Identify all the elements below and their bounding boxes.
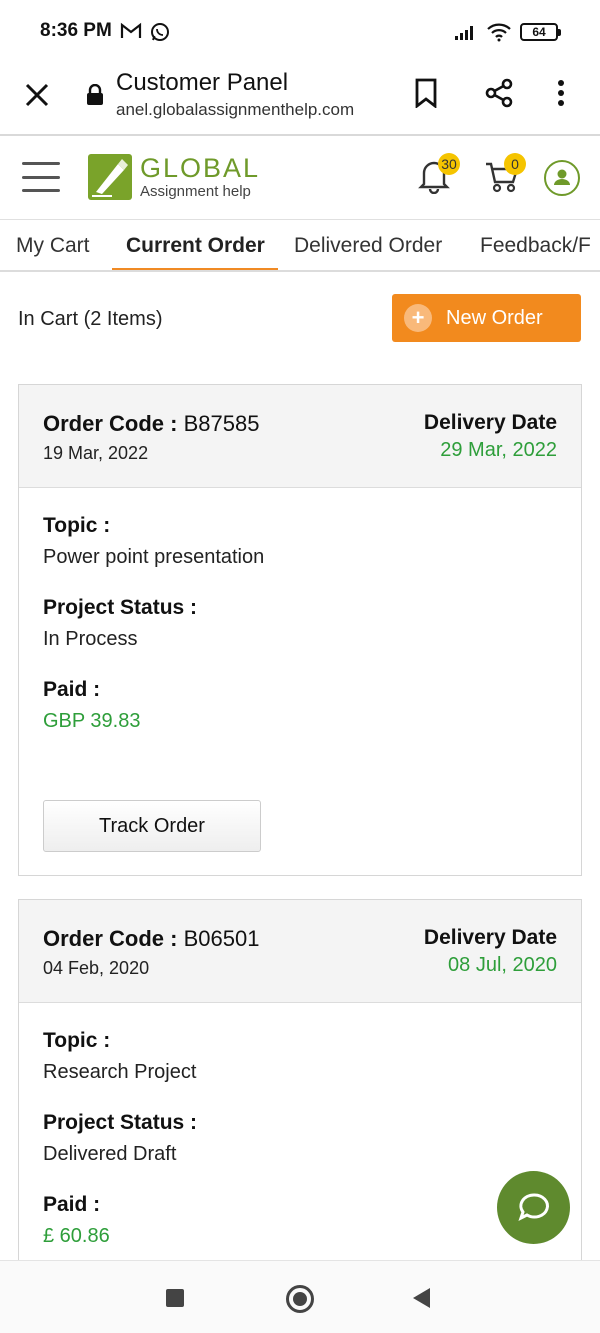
in-cart-count: In Cart (2 Items) bbox=[18, 308, 163, 330]
topic-label: Topic : bbox=[43, 1029, 111, 1052]
logo-title: GLOBAL bbox=[140, 152, 261, 183]
user-icon[interactable] bbox=[544, 160, 580, 196]
status-icons-right: 64 bbox=[454, 22, 561, 42]
topic-label: Topic : bbox=[43, 514, 111, 537]
menu-icon[interactable] bbox=[22, 162, 60, 192]
logo[interactable]: GLOBAL Assignment help bbox=[88, 154, 260, 200]
chat-bubble-icon bbox=[517, 1192, 549, 1221]
browser-url[interactable]: anel.globalassignmenthelp.com bbox=[116, 100, 354, 120]
topic-value: Research Project bbox=[43, 1061, 197, 1083]
gmail-icon bbox=[120, 22, 142, 38]
logo-subtitle: Assignment help bbox=[140, 182, 251, 200]
order-code: Order Code : B87585 bbox=[43, 411, 260, 436]
delivery-date-value: 29 Mar, 2022 bbox=[440, 439, 557, 461]
new-order-label: New Order bbox=[446, 306, 543, 329]
paid-value: £ 60.86 bbox=[43, 1225, 110, 1247]
order-card: Order Code : B87585 19 Mar, 2022 Deliver… bbox=[18, 384, 582, 876]
tab-current-order[interactable]: Current Order bbox=[126, 234, 265, 258]
back-icon[interactable] bbox=[413, 1288, 430, 1308]
tab-feedback[interactable]: Feedback/F bbox=[480, 234, 591, 258]
track-order-button[interactable]: Track Order bbox=[43, 800, 261, 852]
order-code-value: B06501 bbox=[183, 926, 260, 951]
order-code-value: B87585 bbox=[183, 411, 260, 436]
close-icon[interactable] bbox=[22, 80, 52, 110]
plus-icon: + bbox=[404, 304, 432, 332]
share-icon[interactable] bbox=[484, 78, 514, 108]
project-status-value: Delivered Draft bbox=[43, 1143, 177, 1165]
lock-icon bbox=[87, 84, 103, 105]
delivery-date-label: Delivery Date bbox=[423, 411, 557, 434]
notification-badge: 30 bbox=[438, 153, 460, 175]
logo-mark bbox=[88, 154, 132, 200]
order-date: 04 Feb, 2020 bbox=[43, 958, 150, 978]
project-status-label: Project Status : bbox=[43, 596, 198, 619]
order-date: 19 Mar, 2022 bbox=[43, 443, 149, 463]
status-icons-left bbox=[120, 22, 170, 42]
active-tab-indicator bbox=[112, 268, 278, 270]
order-code: Order Code : B06501 bbox=[43, 926, 260, 951]
system-nav-bar bbox=[0, 1260, 600, 1333]
chat-button[interactable] bbox=[497, 1171, 570, 1244]
signal-icon bbox=[455, 26, 473, 40]
cart-badge: 0 bbox=[504, 153, 526, 175]
bookmark-icon[interactable] bbox=[414, 78, 438, 108]
wifi-icon bbox=[487, 23, 511, 42]
paid-label: Paid : bbox=[43, 678, 101, 701]
tab-my-cart[interactable]: My Cart bbox=[16, 234, 90, 258]
tab-delivered-order[interactable]: Delivered Order bbox=[294, 234, 442, 258]
status-time: 8:36 PM bbox=[40, 20, 112, 41]
paid-value: GBP 39.83 bbox=[43, 710, 141, 732]
delivery-date-value: 08 Jul, 2020 bbox=[448, 954, 557, 976]
home-icon[interactable] bbox=[286, 1285, 314, 1313]
delivery-date-label: Delivery Date bbox=[423, 926, 557, 949]
app-header: GLOBAL Assignment help 30 0 bbox=[0, 138, 600, 220]
project-status-label: Project Status : bbox=[43, 1111, 198, 1134]
browser-toolbar: Customer Panel anel.globalassignmenthelp… bbox=[0, 64, 600, 136]
battery-icon: 64 bbox=[520, 23, 561, 41]
whatsapp-icon bbox=[151, 23, 169, 41]
more-vert-icon[interactable] bbox=[556, 78, 566, 108]
status-bar: 8:36 PM 64 bbox=[0, 0, 600, 64]
recents-icon[interactable] bbox=[166, 1289, 184, 1307]
project-status-value: In Process bbox=[43, 628, 138, 650]
paid-label: Paid : bbox=[43, 1193, 101, 1216]
browser-title: Customer Panel bbox=[116, 69, 289, 96]
topic-value: Power point presentation bbox=[43, 546, 265, 568]
order-card-header: Order Code : B06501 04 Feb, 2020 Deliver… bbox=[19, 900, 581, 1003]
order-card-header: Order Code : B87585 19 Mar, 2022 Deliver… bbox=[19, 385, 581, 488]
order-tabs: My Cart Current Order Delivered Order Fe… bbox=[0, 220, 600, 272]
new-order-button[interactable]: + New Order bbox=[392, 294, 581, 342]
